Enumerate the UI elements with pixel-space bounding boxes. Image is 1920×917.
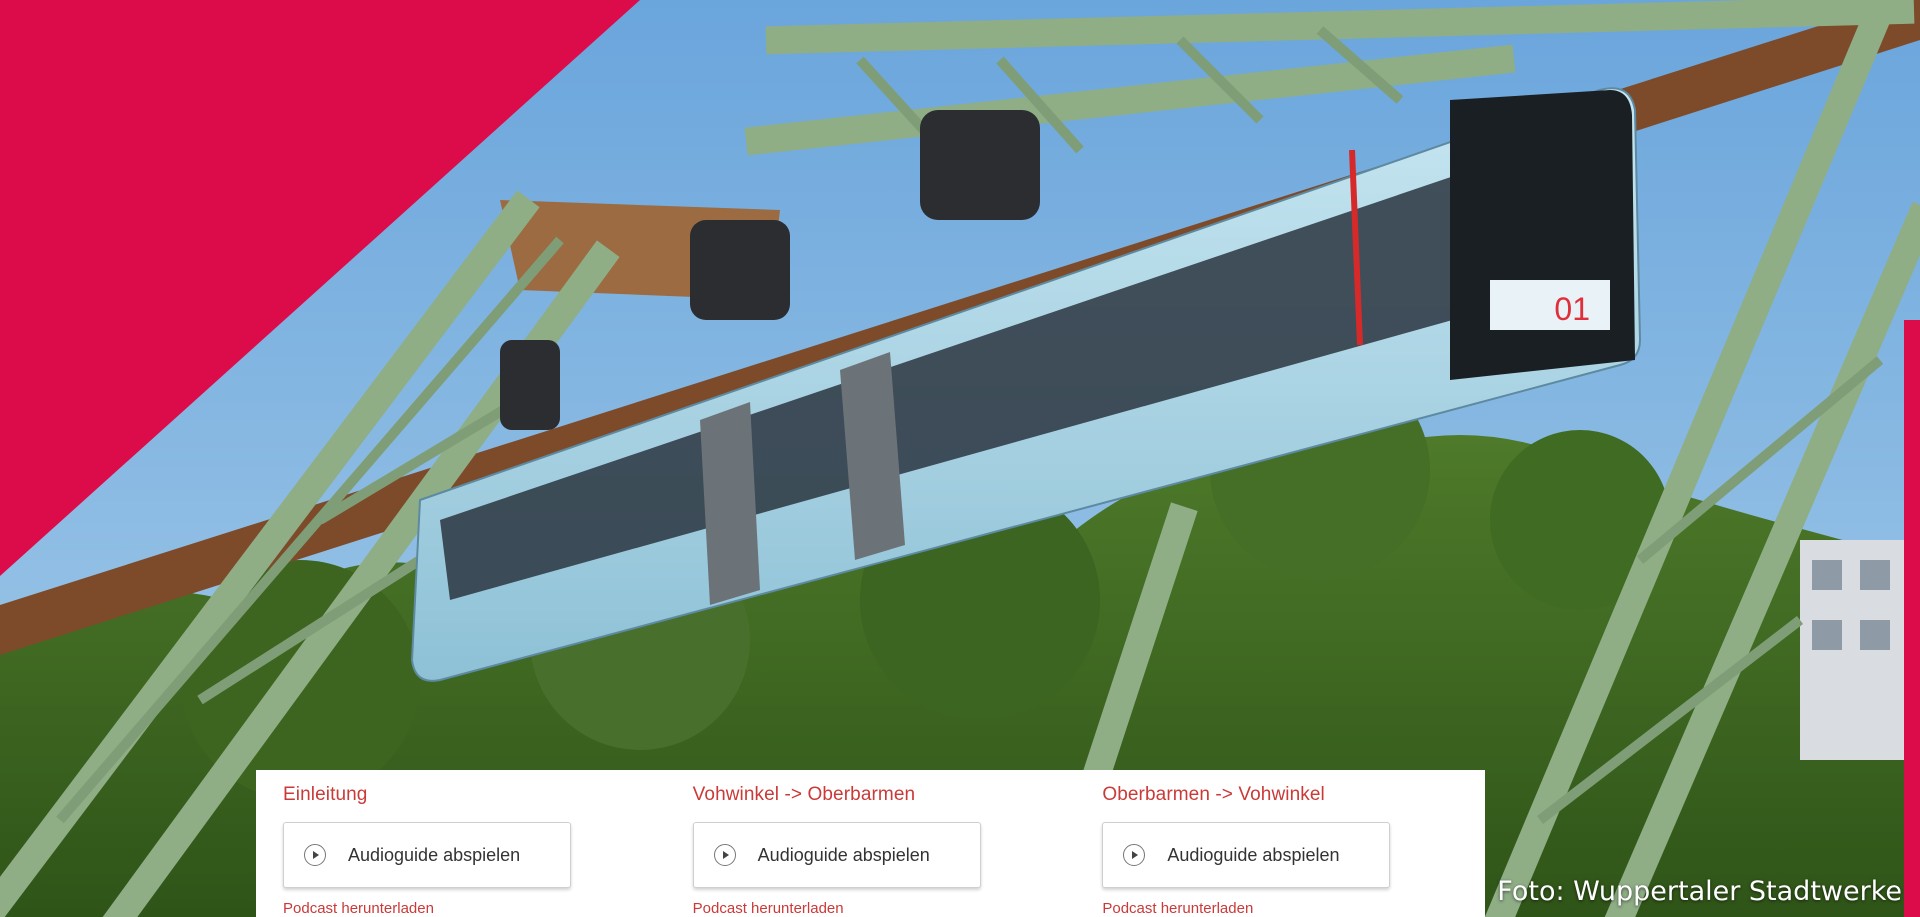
section-title: Einleitung (283, 784, 368, 805)
play-icon (1123, 844, 1146, 866)
section-title: Oberbarmen -> Vohwinkel (1102, 784, 1325, 805)
download-podcast-link[interactable]: Podcast herunterladen (693, 900, 1076, 917)
audioguide-button-label: Audioguide abspielen (348, 844, 521, 865)
audio-section-vohwinkel-oberbarmen: Vohwinkel -> Oberbarmen Audioguide abspi… (666, 770, 1076, 917)
photo-credit: Foto: Wuppertaler Stadtwerke (1497, 876, 1902, 907)
section-title: Vohwinkel -> Oberbarmen (692, 784, 916, 805)
red-edge-stripe (1904, 320, 1920, 917)
play-icon (304, 844, 326, 866)
play-icon (713, 844, 736, 866)
audio-section-intro: Einleitung Audioguide abspielen Podcast … (256, 770, 666, 917)
play-audioguide-button[interactable]: Audioguide abspielen (1102, 822, 1391, 888)
audioguide-button-label: Audioguide abspielen (757, 844, 930, 865)
car-number-text: 01 (1554, 291, 1590, 327)
download-podcast-link[interactable]: Podcast herunterladen (1102, 900, 1485, 917)
audioguide-button-label: Audioguide abspielen (1167, 844, 1340, 865)
play-audioguide-button[interactable]: Audioguide abspielen (692, 822, 981, 888)
audio-guide-panel: Einleitung Audioguide abspielen Podcast … (256, 770, 1485, 917)
audio-section-oberbarmen-vohwinkel: Oberbarmen -> Vohwinkel Audioguide abspi… (1075, 770, 1485, 917)
download-podcast-link[interactable]: Podcast herunterladen (283, 900, 666, 917)
play-audioguide-button[interactable]: Audioguide abspielen (283, 822, 571, 888)
